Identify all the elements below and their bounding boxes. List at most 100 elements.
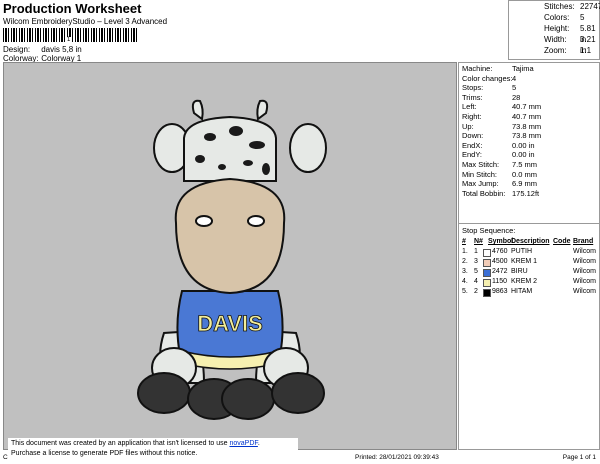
stop-description: PUTIH — [511, 248, 532, 255]
license-notice: This document was created by an applicat… — [8, 438, 298, 460]
info-key: Down: — [462, 131, 484, 141]
page-title: Production Worksheet — [3, 1, 142, 16]
cow-embroidery-design: DAVIS — [137, 99, 327, 420]
info-value: 5 — [512, 83, 517, 93]
summary-value: 5 — [580, 13, 585, 22]
left-horn — [191, 99, 204, 121]
novapdf-link[interactable]: novaPDF — [229, 440, 257, 447]
right-foot-2 — [221, 378, 275, 420]
stop-description: KREM 2 — [511, 278, 538, 285]
stop-brand: Wilcom — [573, 288, 596, 295]
info-row: Total Bobbin: 175.12ft — [459, 189, 599, 199]
summary-value: 1:1 — [580, 46, 592, 55]
info-row: EndX: 0.00 in — [459, 141, 599, 151]
color-swatch — [483, 279, 491, 287]
stop-n: 4 — [474, 278, 478, 285]
info-key: Machine: — [462, 64, 493, 73]
stop-brand: Wilcom — [573, 248, 596, 255]
info-row: Max Jump: 6.9 mm — [459, 179, 599, 189]
summary-row: Height: 5.81 in — [509, 23, 599, 44]
design-row: Design: davis 5,8 in — [3, 45, 82, 54]
software-subtitle: Wilcom EmbroideryStudio – Level 3 Advanc… — [3, 17, 168, 26]
stop-brand: Wilcom — [573, 258, 596, 265]
stop-n: 5 — [474, 268, 478, 275]
summary-row: Zoom: 1:1 — [509, 45, 599, 56]
header-description: Description — [511, 238, 550, 245]
notice-line-1: This document was created by an applicat… — [11, 439, 295, 449]
info-value: 73.8 mm — [512, 131, 542, 141]
info-value: 0.0 mm — [512, 169, 538, 179]
summary-key: Width: — [544, 35, 567, 44]
stop-n: 3 — [474, 258, 478, 265]
spot — [218, 164, 226, 170]
spot — [243, 160, 253, 166]
info-row: Machine: Tajima — [459, 64, 599, 74]
color-swatch — [483, 249, 491, 257]
info-value: 0.00 in — [512, 140, 535, 150]
page-number: Page 1 of 1 — [562, 454, 596, 461]
info-value: 40.7 mm — [512, 102, 542, 112]
stop-brand: Wilcom — [573, 278, 596, 285]
color-swatch — [483, 289, 491, 297]
summary-row: Width: 3.21 in — [509, 34, 599, 55]
right-ear — [289, 123, 327, 173]
header-n: N# — [474, 238, 483, 245]
stop-n: 2 — [474, 288, 478, 295]
printed-date: Printed: 28/01/2021 09:39:43 — [355, 454, 439, 461]
info-row: Color changes: 4 — [459, 74, 599, 84]
design-label: Design: — [3, 45, 31, 54]
summary-row: Stitches: 22747 — [509, 1, 600, 12]
info-key: Trims: — [462, 92, 483, 102]
info-row: Trims: 28 — [459, 93, 599, 103]
right-nostril — [247, 215, 265, 227]
info-value: 40.7 mm — [512, 111, 542, 121]
summary-row: Colors: 5 — [509, 12, 599, 23]
spot — [249, 141, 265, 149]
info-row: Max Stitch: 7.5 mm — [459, 160, 599, 170]
stop-num: 5. — [462, 288, 468, 295]
machine-info-panel: Machine: Tajima Color changes: 4 Stops: 5 T… — [458, 62, 600, 450]
right-horn — [256, 99, 269, 121]
stop-brand: Wilcom — [573, 268, 596, 275]
notice-line-2: Purchase a license to generate PDF files… — [11, 450, 198, 457]
info-value: 7.5 mm — [512, 159, 538, 169]
summary-key: Stitches: — [544, 2, 575, 11]
spot — [229, 126, 243, 136]
stop-num: 2. — [462, 258, 468, 265]
stop-row: 4. 4 1150 KREM 2 Wilcom — [462, 277, 600, 287]
stop-symbol: 1150 — [492, 278, 508, 285]
info-row: Min Stitch: 0.0 mm — [459, 170, 599, 180]
info-row: Right: 40.7 mm — [459, 112, 599, 122]
color-swatch — [483, 259, 491, 267]
info-key: Total Bobbin: — [462, 188, 506, 198]
info-value: 4 — [512, 73, 517, 83]
info-value: 0.00 in — [512, 150, 535, 160]
stop-symbol: 9863 — [492, 288, 508, 295]
summary-key: Zoom: — [544, 46, 567, 55]
divider — [459, 223, 599, 224]
info-key: Up: — [462, 121, 474, 131]
info-key: Max Jump: — [462, 179, 499, 189]
summary-box: Stitches: 22747 Colors: 5 Height:5.81 in W… — [508, 0, 600, 60]
stop-description: HITAM — [511, 288, 533, 295]
info-row: Up: 73.8 mm — [459, 122, 599, 132]
info-key: EndY: — [462, 150, 483, 160]
summary-value: 22747 — [580, 2, 600, 11]
header-symbol: Symbol — [488, 238, 514, 245]
stop-num: 3. — [462, 268, 468, 275]
stop-row: 3. 5 2472 BIRU Wilcom — [462, 267, 600, 277]
design-value: davis 5,8 in — [41, 45, 82, 54]
left-nostril — [195, 215, 213, 227]
stop-row: 5. 2 9863 HITAM Wilcom — [462, 287, 600, 297]
info-row: Left: 40.7 mm — [459, 102, 599, 112]
color-swatch — [483, 269, 491, 277]
shirt-text: DAVIS — [197, 311, 263, 336]
info-key: Left: — [462, 102, 477, 112]
right-foot — [271, 372, 325, 414]
header-num: # — [462, 238, 466, 245]
info-key: Right: — [462, 111, 482, 121]
stop-num: 1. — [462, 248, 468, 255]
info-value: 73.8 mm — [512, 121, 542, 131]
stop-row: 1. 1 4760 PUTIH Wilcom — [462, 247, 600, 257]
spot — [204, 133, 216, 141]
